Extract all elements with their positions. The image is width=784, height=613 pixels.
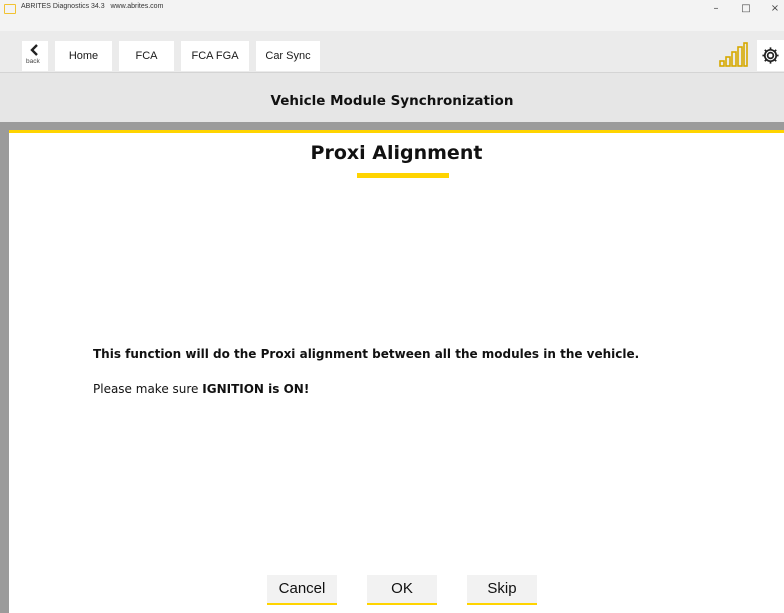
settings-button[interactable] [757,40,784,71]
page-header-title: Vehicle Module Synchronization [270,93,514,109]
back-button[interactable]: back [22,41,48,71]
window-titlebar: ABRITES Diagnostics 34.3 www.abrites.com… [0,0,784,31]
content-panel [9,130,784,613]
minimize-button[interactable]: – [703,0,729,20]
app-icon [4,4,16,14]
back-label: back [26,58,40,65]
ok-button[interactable]: OK [367,575,437,605]
instruction-text: Please make sure IGNITION is ON! [93,382,309,396]
instruction-emphasis: IGNITION is ON! [202,382,310,396]
content-left-border [0,130,9,613]
maximize-button[interactable]: □ [733,0,759,20]
function-title: Proxi Alignment [310,142,483,164]
gear-icon [762,47,779,64]
window-title: ABRITES Diagnostics 34.3 www.abrites.com [21,3,163,10]
function-description: This function will do the Proxi alignmen… [93,347,640,361]
instruction-prefix: Please make sure [93,382,203,396]
tab-fca[interactable]: FCA [119,41,174,71]
signal-strength-icon [719,42,748,67]
window-url-text: www.abrites.com [110,3,164,10]
tab-car-sync[interactable]: Car Sync [256,41,320,71]
title-underline [357,173,449,178]
header-separator [0,122,784,130]
chevron-left-icon [30,44,38,56]
close-button[interactable]: × [762,0,784,20]
navigation-bar: back Home FCA FCA FGA Car Sync [0,31,784,72]
tab-fca-fga[interactable]: FCA FGA [181,41,249,71]
window-title-text: ABRITES Diagnostics 34.3 [21,3,105,10]
page-header-band: Vehicle Module Synchronization [0,72,784,122]
skip-button[interactable]: Skip [467,575,537,605]
cancel-button[interactable]: Cancel [267,575,337,605]
tab-home[interactable]: Home [55,41,112,71]
